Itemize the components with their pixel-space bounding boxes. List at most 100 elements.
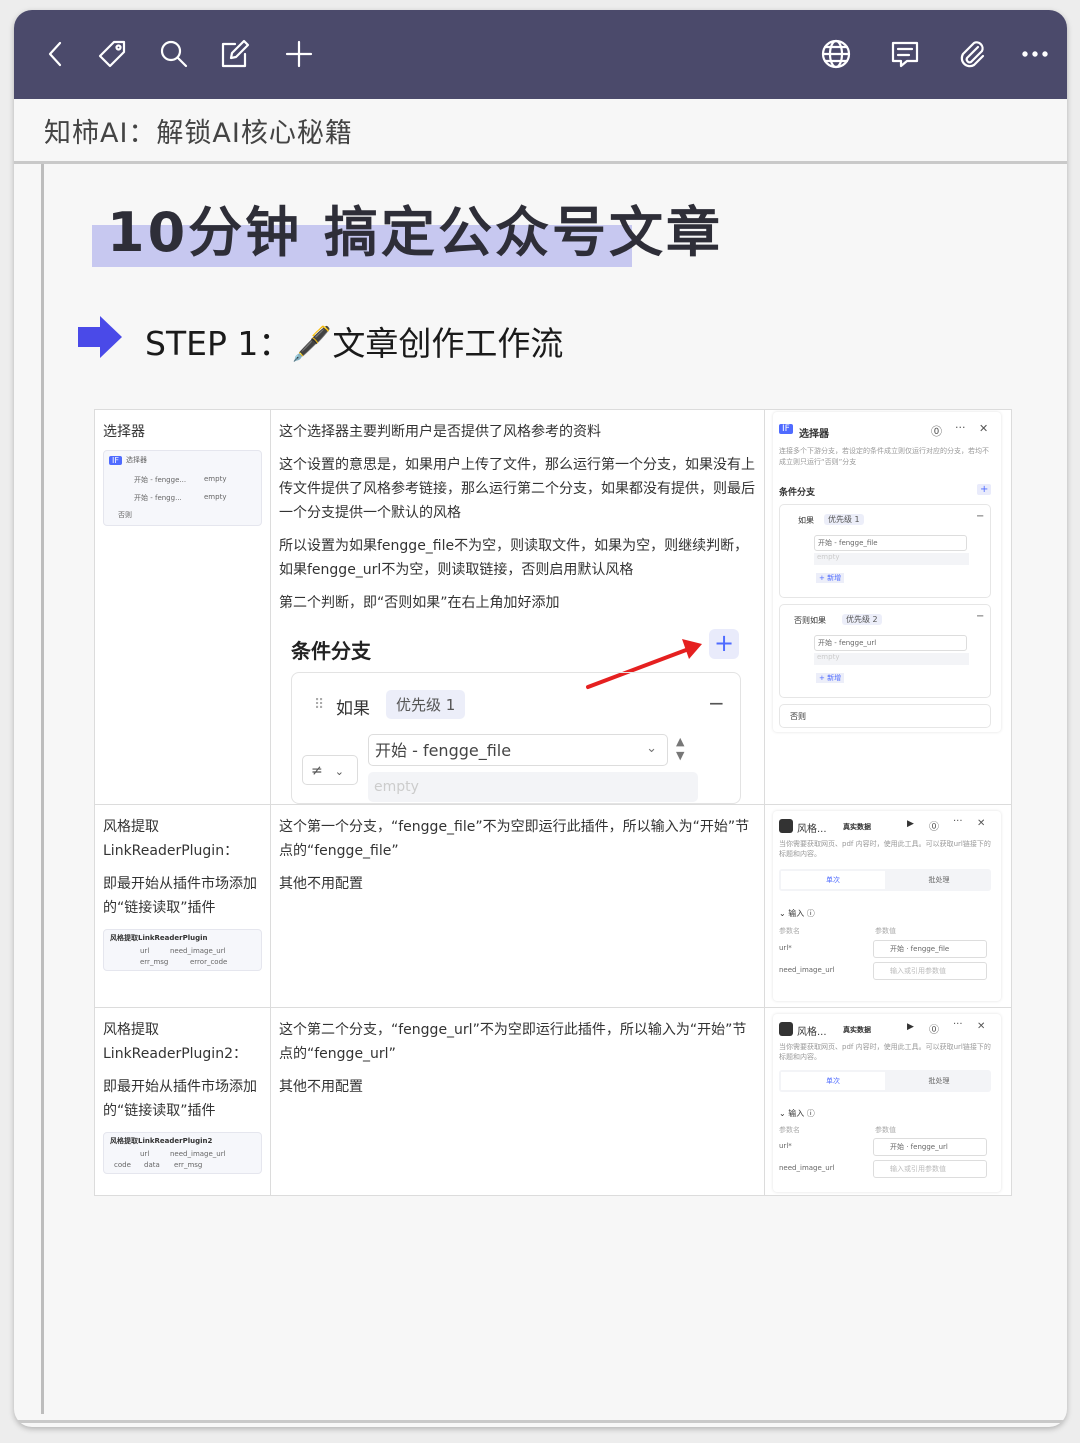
help-icon[interactable]: ⓪ — [929, 1021, 939, 1036]
selector-icon: IF — [779, 424, 793, 434]
close-icon[interactable]: ✕ — [979, 422, 988, 435]
field-value: 开始 - fengge_file — [375, 741, 512, 760]
column-header: 参数名 — [779, 1126, 800, 1134]
add-condition-button[interactable]: + 新增 — [816, 573, 845, 583]
plugin-thumbnail: 风格提取LinkReaderPlugin url need_image_url … — [103, 929, 262, 971]
help-icon[interactable]: ⓪ — [929, 818, 939, 833]
branch-if-label: 如果 — [336, 699, 370, 719]
plugin-thumbnail: 风格提取LinkReaderPlugin2 url need_image_url… — [103, 1132, 262, 1174]
operator-value: ≠ — [311, 763, 323, 779]
field-select[interactable]: 开始 - fengge_file ⌄ — [368, 734, 668, 766]
mode-tabs: 单次 批处理 — [779, 869, 991, 891]
desc-paragraph: 其他不用配置 — [279, 1079, 363, 1095]
tag-icon[interactable] — [90, 32, 134, 76]
param-value-input[interactable]: 输入或引用参数值 — [873, 962, 987, 980]
note-window: 知柿AI：解锁AI核心秘籍 10分钟 搞定公众号文章 STEP 1：🖋️文章创作… — [14, 10, 1067, 1427]
remove-branch-icon[interactable]: − — [976, 611, 984, 622]
table-cell: 风格提取LinkReaderPlugin2： 即最开始从插件市场添加的“链接读取… — [94, 1007, 271, 1196]
param-value-input[interactable]: 开始 · fengge_url — [873, 1138, 987, 1156]
help-icon[interactable]: ⓪ — [931, 423, 942, 439]
more-icon[interactable]: ··· — [953, 816, 963, 827]
plus-icon[interactable] — [277, 32, 321, 76]
table-row: 风格提取LinkReaderPlugin： 即最开始从插件市场添加的“链接读取”… — [94, 804, 1012, 1008]
thumb-title: 选择器 — [125, 456, 147, 464]
thumb-text: error_code — [190, 958, 228, 966]
mode-tabs: 单次 批处理 — [779, 1070, 991, 1092]
chevron-down-icon: ⌄ — [334, 765, 344, 778]
section-label: 条件分支 — [779, 488, 816, 498]
value-input[interactable]: empty — [814, 553, 969, 565]
comment-icon[interactable] — [883, 32, 927, 76]
table-cell: IF 选择器 ⓪ ··· ✕ 连接多个下游分支，若设定的条件成立则仅运行对应的分… — [764, 409, 1012, 805]
thumb-text: 否则 — [118, 511, 132, 519]
thumb-text: 开始 - fengge... — [134, 476, 187, 484]
thumb-text: data — [144, 1161, 160, 1169]
drag-handle-icon[interactable]: ⠿ — [314, 697, 324, 713]
operator-select[interactable]: ≠ ⌄ — [302, 755, 358, 785]
left-divider — [41, 164, 44, 1414]
panel-description: 连接多个下游分支，若设定的条件成立则仅运行对应的分支，若均不成立则只运行“否则”… — [779, 447, 989, 466]
field-select[interactable]: 开始 - fengge_file — [814, 535, 967, 551]
thumb-text: empty — [204, 475, 227, 483]
remove-branch-icon[interactable]: − — [708, 691, 725, 715]
param-value-input[interactable]: 输入或引用参数值 — [873, 1160, 987, 1178]
selector-panel: IF 选择器 ⓪ ··· ✕ 连接多个下游分支，若设定的条件成立则仅运行对应的分… — [773, 412, 1001, 732]
branch-label: 否则 — [790, 712, 806, 721]
desc-paragraph: 所以设置为如果fengge_file不为空，则读取文件，如果为空，则继续判断，如… — [279, 538, 749, 578]
zoom-heading: 条件分支 — [291, 639, 371, 663]
stepper-icon[interactable]: ▲ ▼ — [676, 735, 684, 763]
thumb-text: 开始 - fengg... — [134, 494, 182, 502]
param-value-input[interactable]: 开始 · fengge_file — [873, 940, 987, 958]
add-condition-button[interactable]: + 新增 — [816, 673, 845, 683]
column-header: 参数值 — [875, 927, 896, 935]
thumb-text: need_image_url — [170, 947, 226, 955]
more-icon[interactable]: ··· — [955, 421, 966, 434]
close-icon[interactable]: ✕ — [977, 818, 985, 829]
top-toolbar — [14, 10, 1067, 99]
param-value: 开始 · fengge_file — [890, 945, 950, 953]
section-toggle[interactable]: ⌄ 输入 ⓘ — [779, 908, 815, 919]
data-mode-select[interactable]: 真实数据 — [843, 1025, 871, 1035]
branch-label: 否则如果 — [794, 616, 826, 625]
plugin-panel: 风格... 真实数据 ▶ ⓪ ··· ✕ 当你需要获取网页、pdf 内容时，使用… — [773, 1014, 1001, 1192]
play-icon[interactable]: ▶ — [907, 819, 914, 829]
remove-branch-icon[interactable]: − — [976, 511, 984, 522]
param-name: url* — [779, 1142, 792, 1150]
close-icon[interactable]: ✕ — [977, 1021, 985, 1032]
value-input[interactable]: empty — [814, 653, 969, 665]
add-branch-button[interactable]: + — [977, 484, 992, 495]
play-icon[interactable]: ▶ — [907, 1022, 914, 1032]
add-branch-button[interactable]: + — [709, 629, 739, 659]
row-name: 风格提取LinkReaderPlugin2： — [103, 1022, 247, 1062]
tab-single[interactable]: 单次 — [781, 871, 885, 889]
attachment-icon[interactable] — [950, 32, 994, 76]
thumb-text: err_msg — [140, 958, 169, 966]
branch-card: 如果 优先级 1 − 开始 - fengge_file empty + 新增 — [779, 504, 991, 598]
panel-description: 当你需要获取网页、pdf 内容时，使用此工具。可以获取url链接下的标题和内容。 — [779, 1043, 991, 1061]
field-select[interactable]: 开始 - fengge_url — [814, 635, 967, 651]
globe-icon[interactable] — [814, 32, 858, 76]
value-input[interactable]: empty — [368, 772, 698, 802]
search-icon[interactable] — [152, 32, 196, 76]
workflow-table: 选择器 IF 选择器 开始 - fengge... empty 开始 - fen… — [94, 409, 1012, 1196]
back-icon[interactable] — [34, 32, 78, 76]
more-icon[interactable]: ··· — [953, 1019, 963, 1030]
thumb-text: url — [140, 947, 150, 955]
note-title[interactable]: 知柿AI：解锁AI核心秘籍 — [44, 111, 353, 150]
section-toggle[interactable]: ⌄ 输入 ⓘ — [779, 1108, 815, 1119]
param-name: need_image_url — [779, 1164, 835, 1172]
desc-paragraph: 其他不用配置 — [279, 876, 363, 892]
param-name: url* — [779, 944, 792, 952]
desc-paragraph: 这个第一个分支，“fengge_file”不为空即运行此插件，所以输入为“开始”… — [279, 819, 750, 859]
desc-paragraph: 这个设置的意思是，如果用户上传了文件，那么运行第一个分支，如果没有上传文件提供了… — [279, 457, 755, 521]
param-value: 开始 · fengge_url — [890, 1143, 948, 1151]
more-icon[interactable] — [1013, 32, 1057, 76]
param-value: 输入或引用参数值 — [890, 1165, 946, 1173]
plugin-icon — [779, 1022, 793, 1036]
tab-batch[interactable]: 批处理 — [887, 1072, 991, 1090]
row-note: 即最开始从插件市场添加的“链接读取”插件 — [103, 876, 257, 916]
edit-icon[interactable] — [213, 32, 257, 76]
tab-batch[interactable]: 批处理 — [887, 871, 991, 889]
data-mode-select[interactable]: 真实数据 — [843, 822, 871, 832]
tab-single[interactable]: 单次 — [781, 1072, 885, 1090]
